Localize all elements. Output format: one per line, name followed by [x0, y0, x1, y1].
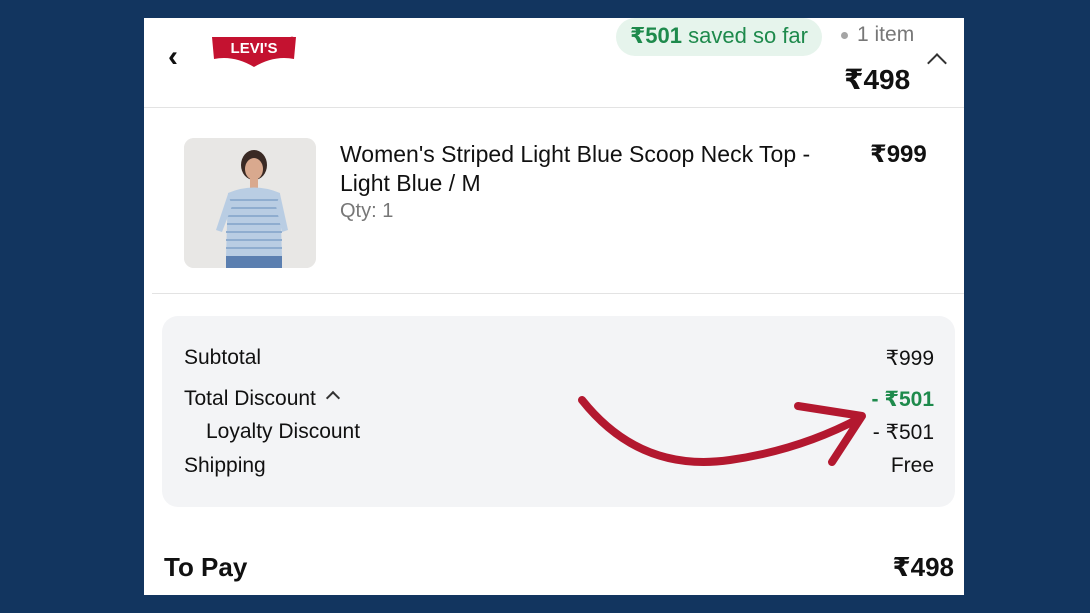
levis-logo: LEVI'S [212, 36, 296, 67]
product-qty: Qty: 1 [340, 200, 394, 222]
chevron-left-icon[interactable]: ‹ [168, 42, 192, 72]
separator-dot [841, 32, 848, 39]
loyalty-discount-label: Loyalty Discount [206, 420, 361, 443]
subtotal-label: Subtotal [184, 346, 262, 369]
chevron-up-icon[interactable] [325, 390, 340, 406]
checkout-header: ‹ LEVI'S ₹501 saved so far 1 item ₹498 [144, 18, 964, 108]
annotation-arrow-icon [578, 396, 866, 466]
cart-item: Women's Striped Light Blue Scoop Neck To… [152, 118, 964, 294]
item-count: 1 item [857, 23, 915, 46]
shipping-value: Free [890, 454, 934, 477]
product-image [184, 138, 316, 268]
header-total: ₹498 [844, 64, 911, 95]
to-pay-label: To Pay [164, 552, 248, 582]
product-price: ₹999 [870, 141, 927, 168]
to-pay-row: To Pay ₹498 [164, 552, 954, 583]
shipping-label: Shipping [184, 454, 266, 477]
total-discount-label: Total Discount [184, 387, 316, 410]
savings-text: saved so far [688, 23, 808, 48]
product-name: Women's Striped Light Blue Scoop Neck To… [340, 141, 811, 196]
checkout-card: ‹ LEVI'S ₹501 saved so far 1 item ₹498 W… [144, 18, 964, 595]
svg-text:LEVI'S: LEVI'S [231, 40, 278, 57]
savings-badge: ₹501 saved so far [616, 18, 822, 56]
chevron-up-icon[interactable] [927, 53, 947, 73]
savings-amount: ₹501 [630, 23, 683, 48]
subtotal-value: ₹999 [885, 347, 934, 370]
to-pay-value: ₹498 [892, 552, 954, 582]
subtotal-row: Subtotal ₹999 [184, 346, 934, 370]
